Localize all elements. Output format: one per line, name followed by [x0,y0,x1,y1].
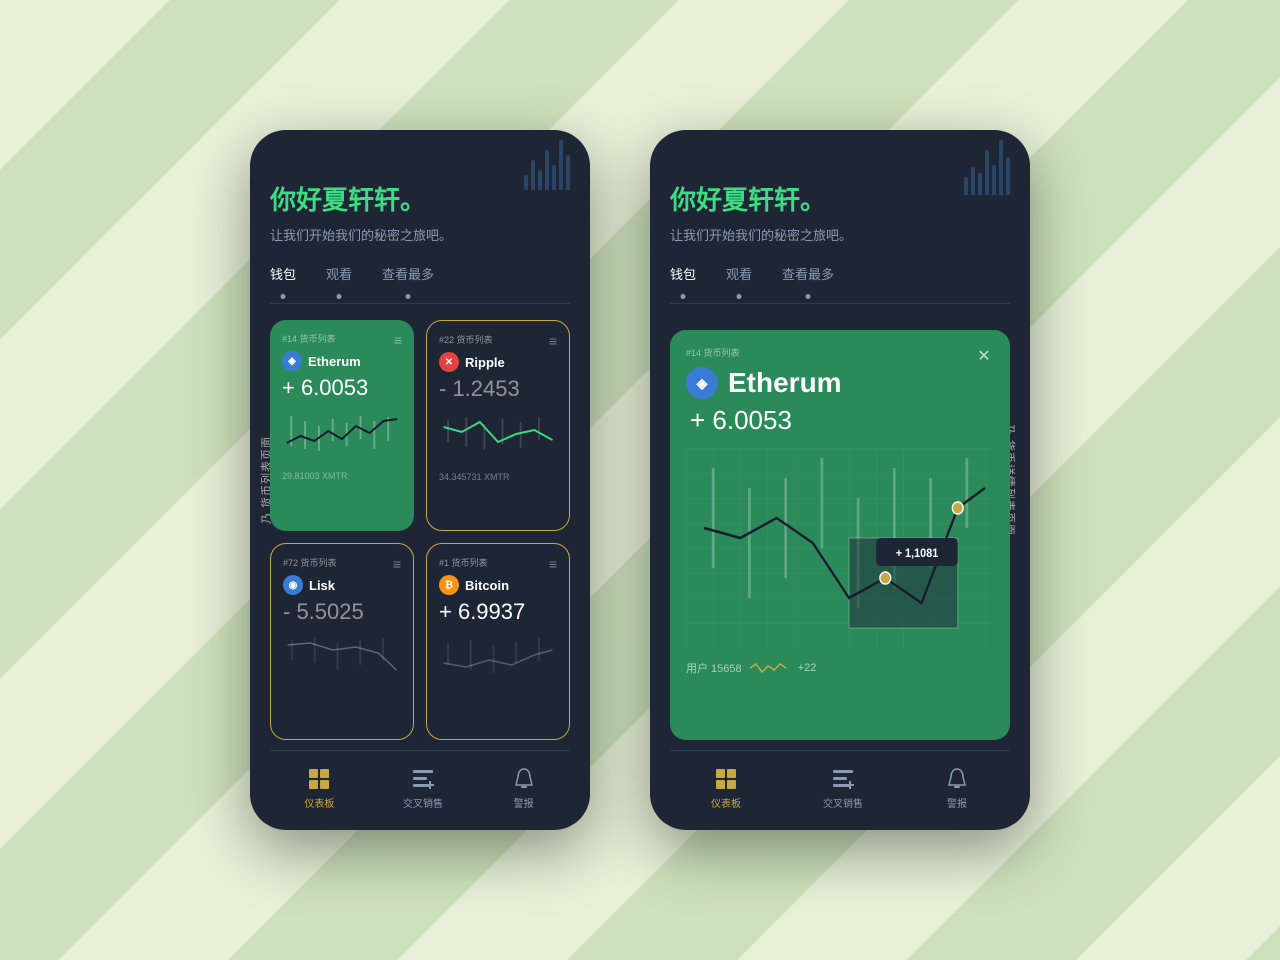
card-bitcoin[interactable]: #1 货币列表 ≡ ₿ Bitcoin + 6.9937 [426,543,570,740]
card-bitcoin-menu: ≡ [549,556,557,572]
detail-wave-icon [750,660,790,676]
detail-card[interactable]: #14 货币列表 ✕ ◈ Etherum + 6.0053 [670,330,1010,740]
cards-grid: #14 货币列表 ≡ ◈ Etherum + 6.0053 [270,320,570,740]
right-header-chart [964,140,1010,195]
bitcoin-mini-chart [439,635,557,680]
card-lisk[interactable]: #72 货币列表 ≡ ◉ Lisk - 5.5025 [270,543,414,740]
etherum-mini-chart [282,411,402,456]
card-bitcoin-header: ₿ Bitcoin [439,575,557,595]
card-ripple-bottom: 34.345731 XMTR [439,472,557,482]
tab-wallet-left[interactable]: 钱包 [270,264,296,291]
card-etherum-bottom: 29.81003 XMTR [282,471,402,481]
detail-close-button[interactable]: ✕ [972,344,996,368]
nav-dashboard-left[interactable]: 仪表板 [304,767,334,810]
nav-cross-sell-left[interactable]: 交叉销售 [403,767,443,810]
detail-eth-icon: ◈ [686,367,718,399]
lisk-mini-chart [283,635,401,680]
card-lisk-name: Lisk [309,578,335,593]
card-bitcoin-name: Bitcoin [465,578,509,593]
tabs-left: 钱包 观看 查看最多 [270,264,570,304]
dashboard-icon-right [714,767,738,791]
greeting-sub-right: 让我们开始我们的秘密之旅吧。 [670,225,1010,244]
cross-sell-icon-right [831,767,855,791]
card-ripple-header: ✕ Ripple [439,352,557,372]
tabs-right: 钱包 观看 查看最多 [670,264,1010,304]
card-lisk-header: ◉ Lisk [283,575,401,595]
nav-alert-left[interactable]: 警报 [512,767,536,810]
bottom-nav-left: 仪表板 交叉销售 警报 [270,750,570,810]
nav-alert-right[interactable]: 警报 [945,767,969,810]
greeting-title-right: 你好夏轩轩。 [670,180,1010,217]
card-ripple-name: Ripple [465,355,505,370]
card-ripple-value: - 1.2453 [439,376,557,402]
detail-coin-header: ◈ Etherum [686,367,994,399]
card-menu-icon: ≡ [394,332,402,348]
right-phone: 乃 货币详情列表页面 你好夏轩轩。 让我们开始我们的秘密之旅吧。 钱包 观看 [650,130,1030,830]
alert-icon-right [945,767,969,791]
eth-icon: ◈ [282,351,302,371]
nav-cross-sell-label-left: 交叉销售 [403,795,443,810]
detail-count: +22 [798,662,817,674]
card-lisk-menu: ≡ [393,556,401,572]
detail-chart-svg: + 1,1081 [686,448,994,648]
svg-text:+ 1,1081: + 1,1081 [896,548,939,561]
nav-alert-label-right: 警报 [947,795,967,810]
left-phone: 乃 货币列表页面 你好夏轩轩。 让我们开始我们的秘密之旅吧。 钱包 观看 查 [250,130,590,830]
card-lisk-tag: #72 货币列表 [283,556,401,569]
card-etherum-tag: #14 货币列表 [282,332,402,345]
nav-dashboard-label-right: 仪表板 [711,795,741,810]
nav-dashboard-right[interactable]: 仪表板 [711,767,741,810]
nav-alert-label-left: 警报 [514,795,534,810]
btc-icon: ₿ [439,575,459,595]
card-bitcoin-tag: #1 货币列表 [439,556,557,569]
detail-coin-name: Etherum [728,367,842,399]
detail-coin-value: + 6.0053 [686,405,994,436]
nav-dashboard-label-left: 仪表板 [304,795,334,810]
greeting-sub-left: 让我们开始我们的秘密之旅吧。 [270,225,570,244]
tab-wallet-right[interactable]: 钱包 [670,264,696,291]
header-chart-bars [524,140,570,190]
detail-users: 用户 15658 [686,660,742,676]
detail-chart-container: + 1,1081 [686,448,994,648]
detail-footer: 用户 15658 +22 [686,660,994,676]
card-ripple-menu: ≡ [549,333,557,349]
card-etherum[interactable]: #14 货币列表 ≡ ◈ Etherum + 6.0053 [270,320,414,531]
tab-most-right[interactable]: 查看最多 [782,264,834,291]
tab-most-left[interactable]: 查看最多 [382,264,434,291]
dashboard-icon-left [307,767,331,791]
card-lisk-value: - 5.5025 [283,599,401,625]
card-ripple[interactable]: #22 货币列表 ≡ ✕ Ripple - 1.2453 34.345731 X… [426,320,570,531]
nav-cross-sell-right[interactable]: 交叉销售 [823,767,863,810]
card-bitcoin-value: + 6.9937 [439,599,557,625]
card-etherum-name: Etherum [308,354,361,369]
detail-card-tag: #14 货币列表 [686,346,994,359]
tab-watch-right[interactable]: 观看 [726,264,752,291]
xrp-icon: ✕ [439,352,459,372]
lsk-icon: ◉ [283,575,303,595]
cross-sell-icon-left [411,767,435,791]
ripple-mini-chart [439,412,557,457]
nav-cross-sell-label-right: 交叉销售 [823,795,863,810]
card-etherum-header: ◈ Etherum [282,351,402,371]
card-ripple-tag: #22 货币列表 [439,333,557,346]
bottom-nav-right: 仪表板 交叉销售 警报 [670,750,1010,810]
card-etherum-value: + 6.0053 [282,375,402,401]
tab-watch-left[interactable]: 观看 [326,264,352,291]
alert-icon-left [512,767,536,791]
